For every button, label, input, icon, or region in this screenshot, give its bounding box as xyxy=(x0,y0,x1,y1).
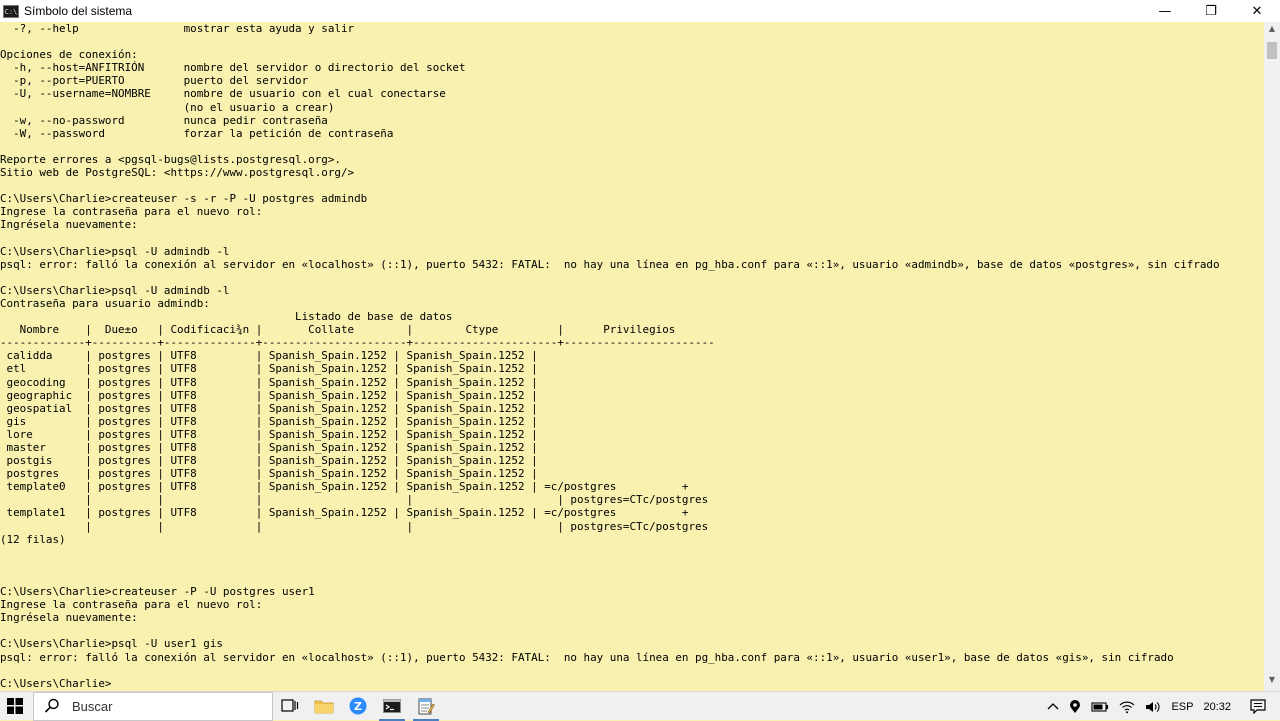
taskbar-app-notepad[interactable] xyxy=(409,692,443,721)
location-tray-button[interactable] xyxy=(1064,692,1086,721)
system-tray: ESP 20:32 xyxy=(1042,692,1280,721)
speaker-icon xyxy=(1146,701,1160,712)
show-hidden-icons-button[interactable] xyxy=(1042,692,1064,721)
scroll-down-arrow-icon[interactable]: ▼ xyxy=(1264,675,1280,689)
start-button[interactable] xyxy=(0,692,30,721)
taskbar-app-command-prompt[interactable] xyxy=(375,692,409,721)
taskbar-search-box[interactable]: Buscar xyxy=(33,691,273,721)
taskbar-app-zoom[interactable]: Z xyxy=(341,692,375,721)
svg-text:Z: Z xyxy=(354,700,362,713)
vertical-scrollbar[interactable]: ▲ ▼ xyxy=(1264,22,1280,691)
chevron-up-icon xyxy=(1047,702,1059,709)
windows-logo-icon xyxy=(7,698,23,714)
close-button[interactable]: ✕ xyxy=(1234,0,1280,22)
console-output[interactable]: -?, --help mostrar esta ayuda y salir Op… xyxy=(0,22,1264,691)
task-view-button[interactable] xyxy=(273,692,307,721)
console-text: -?, --help mostrar esta ayuda y salir Op… xyxy=(0,22,1220,690)
taskbar: Buscar Z ESP 20:32 xyxy=(0,691,1280,721)
scroll-up-arrow-icon[interactable]: ▲ xyxy=(1264,24,1280,38)
maximize-button[interactable]: ❐ xyxy=(1188,0,1234,22)
title-bar[interactable]: C:\ Símbolo del sistema — ❐ ✕ xyxy=(0,0,1280,22)
window-controls: — ❐ ✕ xyxy=(1142,0,1280,22)
notepad-icon xyxy=(418,698,435,715)
notifications-button[interactable] xyxy=(1236,692,1280,721)
battery-icon xyxy=(1091,701,1109,712)
window-title: Símbolo del sistema xyxy=(24,4,133,18)
folder-icon xyxy=(314,700,334,714)
zoom-app-icon: Z xyxy=(349,697,367,715)
search-placeholder: Buscar xyxy=(72,698,113,714)
minimize-button[interactable]: — xyxy=(1142,0,1188,22)
location-pin-icon xyxy=(1070,699,1081,713)
taskbar-app-file-explorer[interactable] xyxy=(307,692,341,721)
volume-tray-button[interactable] xyxy=(1140,692,1166,721)
task-view-icon xyxy=(281,699,299,712)
battery-tray-button[interactable] xyxy=(1086,692,1114,721)
search-icon xyxy=(44,698,59,713)
wifi-icon xyxy=(1120,701,1135,713)
clock[interactable]: 20:32 xyxy=(1198,692,1236,721)
notifications-icon xyxy=(1250,699,1266,714)
scrollbar-thumb[interactable] xyxy=(1267,42,1277,59)
wifi-tray-button[interactable] xyxy=(1114,692,1140,721)
input-language-indicator[interactable]: ESP xyxy=(1166,692,1198,721)
command-prompt-icon xyxy=(383,699,401,713)
cmd-app-icon[interactable]: C:\ xyxy=(3,4,19,18)
